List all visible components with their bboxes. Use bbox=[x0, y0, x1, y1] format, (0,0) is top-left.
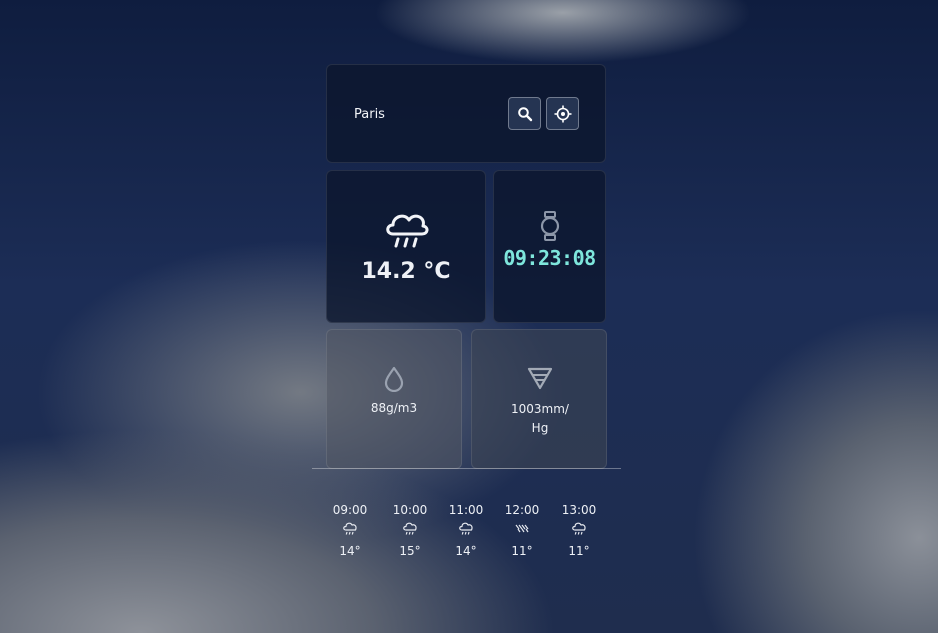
cloud-rain-icon bbox=[343, 522, 357, 535]
forecast-temp: 14° bbox=[455, 544, 477, 558]
forecast-time: 13:00 bbox=[561, 503, 597, 517]
forecast-hour: 09:00 14° bbox=[325, 503, 375, 558]
forecast-hour: 11:00 14° bbox=[441, 503, 491, 558]
search-button[interactable] bbox=[508, 97, 541, 130]
watch-icon bbox=[540, 211, 560, 241]
crosshair-icon bbox=[554, 105, 571, 122]
humidity-value: 88g/m3 bbox=[370, 401, 418, 415]
current-weather-card: 14.2 °C bbox=[326, 170, 486, 323]
pressure-card: 1003mm/ Hg bbox=[471, 329, 607, 469]
droplet-icon bbox=[384, 366, 404, 392]
cloud-rain-icon bbox=[386, 214, 429, 248]
search-icon bbox=[517, 106, 532, 121]
divider bbox=[312, 468, 621, 469]
pressure-value-line2: Hg bbox=[531, 421, 549, 435]
current-temperature: 14.2 °C bbox=[361, 259, 451, 284]
humidity-card: 88g/m3 bbox=[326, 329, 462, 469]
forecast-time: 10:00 bbox=[392, 503, 428, 517]
clock-card: 09:23:08 bbox=[493, 170, 606, 323]
forecast-temp: 11° bbox=[568, 544, 590, 558]
forecast-time: 09:00 bbox=[332, 503, 368, 517]
forecast-temp: 11° bbox=[511, 544, 533, 558]
forecast-temp: 15° bbox=[399, 544, 421, 558]
forecast-hour: 12:00 11° bbox=[497, 503, 547, 558]
search-panel: Paris bbox=[326, 64, 606, 163]
city-name[interactable]: Paris bbox=[354, 107, 385, 122]
forecast-temp: 14° bbox=[339, 544, 361, 558]
forecast-time: 12:00 bbox=[504, 503, 540, 517]
forecast-hour: 10:00 15° bbox=[385, 503, 435, 558]
pressure-funnel-icon bbox=[527, 367, 553, 390]
locate-button[interactable] bbox=[546, 97, 579, 130]
forecast-hour: 13:00 11° bbox=[554, 503, 604, 558]
pressure-value-line1: 1003mm/ bbox=[511, 402, 569, 416]
pressure-value: 1003mm/ Hg bbox=[506, 400, 574, 438]
heavy-rain-icon bbox=[515, 524, 529, 533]
cloud-rain-icon bbox=[459, 522, 473, 535]
forecast-time: 11:00 bbox=[448, 503, 484, 517]
cloud-rain-icon bbox=[572, 522, 586, 535]
cloud-rain-icon bbox=[403, 522, 417, 535]
current-time: 09:23:08 bbox=[503, 246, 596, 270]
